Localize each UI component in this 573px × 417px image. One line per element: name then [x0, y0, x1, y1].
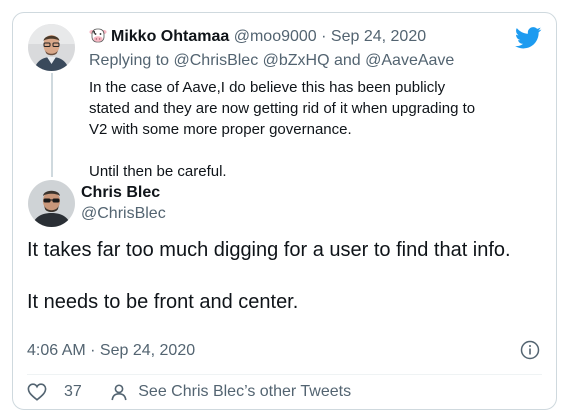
thread-connector-line: [51, 73, 53, 177]
like-button[interactable]: 37: [27, 381, 106, 403]
replying-to-line[interactable]: Replying to @ChrisBlec @bZxHQ and @AaveA…: [89, 51, 454, 71]
tweet-timestamp[interactable]: 4:06 AM · Sep 24, 2020: [27, 341, 195, 361]
parent-tweet-date[interactable]: Sep 24, 2020: [331, 28, 426, 45]
like-count: 37: [64, 383, 82, 400]
parent-author-name[interactable]: Mikko Ohtamaa: [111, 28, 229, 45]
divider: [27, 374, 542, 375]
cow-emoji-icon: [89, 28, 107, 43]
main-author-avatar[interactable]: [28, 180, 75, 227]
parent-tweet-header: Mikko Ohtamaa @moo9000 · Sep 24, 2020: [89, 27, 426, 47]
parent-author-handle[interactable]: @moo9000: [234, 28, 317, 45]
meta-separator: ·: [321, 28, 327, 45]
main-author-name[interactable]: Chris Blec: [81, 183, 160, 203]
twitter-logo-icon[interactable]: [515, 27, 542, 49]
main-author-handle[interactable]: @ChrisBlec: [81, 204, 166, 224]
heart-icon: [27, 383, 47, 401]
parent-text-paragraph: Until then be careful.: [89, 163, 227, 180]
main-text-paragraph: It takes far too much digging for a user…: [27, 239, 511, 261]
profile-icon: [111, 384, 127, 401]
see-other-tweets-link[interactable]: See Chris Blec’s other Tweets: [110, 381, 351, 403]
info-icon[interactable]: [520, 340, 540, 360]
main-text-paragraph: It needs to be front and center.: [27, 291, 299, 313]
tweet-embed-card[interactable]: Mikko Ohtamaa @moo9000 · Sep 24, 2020 Re…: [12, 12, 557, 410]
parent-text-paragraph: In the case of Aave,I do believe this ha…: [89, 79, 476, 138]
main-tweet-text: It takes far too much digging for a user…: [27, 237, 527, 315]
see-other-tweets-label: See Chris Blec’s other Tweets: [138, 383, 352, 400]
parent-tweet-text: In the case of Aave,I do believe this ha…: [89, 77, 489, 182]
tweet-actions: 37 See Chris Blec’s other Tweets: [27, 381, 351, 403]
parent-author-avatar[interactable]: [28, 24, 75, 71]
